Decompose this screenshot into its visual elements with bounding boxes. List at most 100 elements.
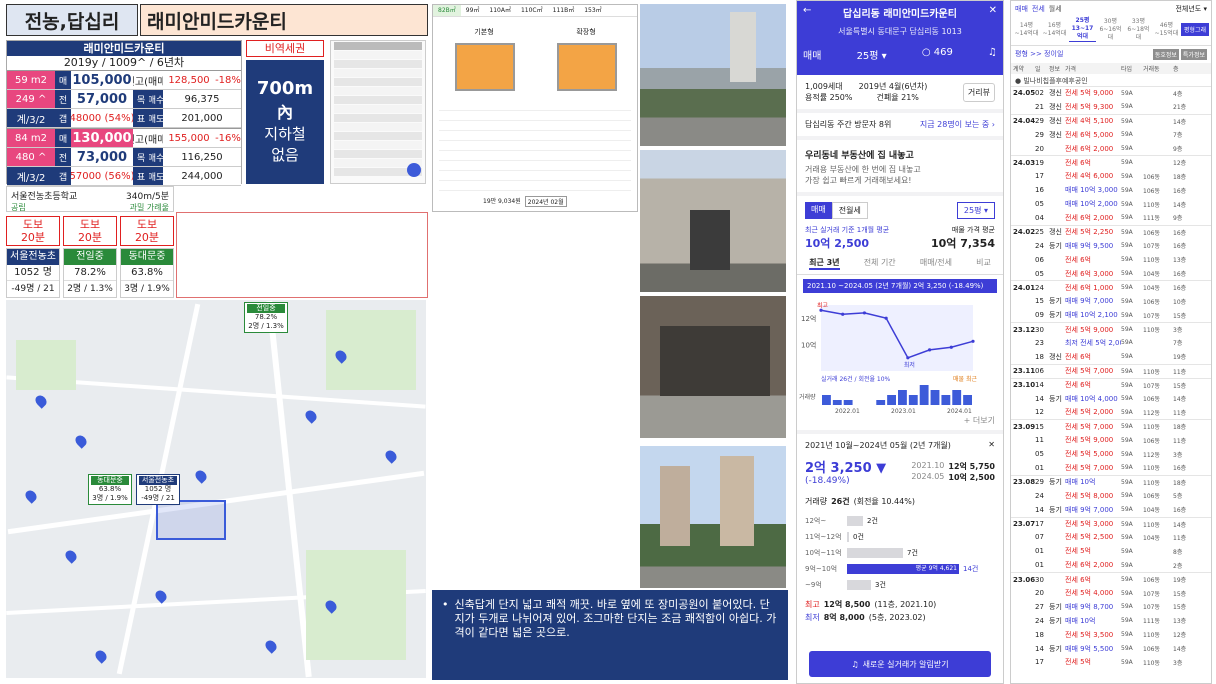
deal-row[interactable]: 16 매매 10억 3,000 59A 106동 16층 — [1011, 183, 1211, 197]
period-tab[interactable]: 최근 3년 — [809, 257, 840, 270]
size-tab[interactable]: 25평 13~17억대 — [1068, 17, 1096, 42]
deal-row[interactable]: 15 등기 매매 9억 7,000 59A 106동 10층 — [1011, 294, 1211, 308]
deal-row[interactable]: 23 최저 전세 5억 2,00059A 7층 — [1011, 336, 1211, 350]
deal-cell: 14 — [1035, 644, 1044, 653]
deal-row[interactable]: 01 전세 6억 2,000 59A 2층 — [1011, 558, 1211, 572]
period-tab[interactable]: 전체 기간 — [864, 257, 896, 270]
deal-row[interactable]: 01 전세 5억 7,000 59A 110동 16층 — [1011, 461, 1211, 475]
size-tab[interactable]: 33평 6~18억대 — [1125, 18, 1152, 42]
deal-row[interactable]: 07 전세 5억 2,500 59A 104동 11층 — [1011, 531, 1211, 545]
deal-row[interactable]: 27 등기 매매 9억 8,700 59A 107동 15층 — [1011, 600, 1211, 614]
deal-cell: 107동 — [1143, 590, 1160, 598]
from-date: 2021.10 — [911, 460, 945, 470]
deal-row[interactable]: 23.09 15 전세 5억 7,000 59A 110동 18층 — [1011, 419, 1211, 433]
deal-row[interactable]: 23.08 29 등기 매매 10억 59A 110동 18층 — [1011, 474, 1211, 489]
deal-row[interactable]: 12 전세 5억 2,000 59A 112동 11층 — [1011, 405, 1211, 419]
deal-row[interactable]: 23.07 17 전세 5억 3,000 59A 110동 14층 — [1011, 516, 1211, 531]
size-tab[interactable]: 30평 6~16억대 — [1097, 18, 1124, 42]
plan-tab[interactable]: 153㎡ — [579, 5, 606, 16]
plan-tab[interactable]: 110A㎡ — [484, 5, 516, 16]
plan-tab[interactable]: 110C㎡ — [516, 5, 548, 16]
deal-row[interactable]: 05 매매 10억 2,000 59A 110동 14층 — [1011, 197, 1211, 211]
deal-row[interactable]: 21 갱신 전세 5억 9,300 59A 21층 — [1011, 100, 1211, 114]
deal-row[interactable]: 06 전세 6억 59A 110동 13층 — [1011, 253, 1211, 267]
deal-cell: 전세 5억 5,000 — [1065, 450, 1114, 459]
deal-row[interactable]: 01 전세 5억 59A 8층 — [1011, 544, 1211, 558]
close-icon[interactable]: ✕ — [989, 5, 997, 20]
deal-row[interactable]: 17 전세 4억 6,000 59A 106동 18층 — [1011, 169, 1211, 183]
map-label-a[interactable]: 동대문중 63.8% 3명 / 1.9% — [88, 474, 132, 505]
head-button[interactable]: 동호정보 — [1152, 49, 1179, 60]
deal-tab[interactable]: 전세 — [1032, 4, 1045, 14]
alert-button[interactable]: ♫ 새로운 실거래가 알림받기 — [809, 651, 991, 677]
deal-row[interactable]: 29 갱신 전세 6억 5,000 59A 7층 — [1011, 128, 1211, 142]
deal-row[interactable]: 11 전세 5억 9,000 59A 106동 11층 — [1011, 433, 1211, 447]
deal-row[interactable]: 23.10 14 전세 6억 59A 107동 15층 — [1011, 377, 1211, 392]
map-label-b[interactable]: 서울전농초 1052 명 -49명 / 21 — [136, 474, 180, 505]
deal-row[interactable]: 05 전세 6억 3,000 59A 104동 16층 — [1011, 267, 1211, 281]
period-tab[interactable]: 비교 — [976, 257, 991, 270]
deal-row[interactable]: 24.04 29 갱신 전세 4억 5,100 59A 14층 — [1011, 113, 1211, 128]
deal-row[interactable]: 23.11 06 전세 5억 7,000 59A 110동 11층 — [1011, 363, 1211, 378]
deal-tab[interactable]: 매매 — [1015, 4, 1028, 14]
size-tab[interactable]: 16평 ~14억대 — [1041, 22, 1068, 38]
back-icon[interactable]: ← — [803, 5, 811, 20]
period-tab[interactable]: 매매/전세 — [920, 257, 952, 270]
map-label-top[interactable]: 전일중 78.2% 2명 / 1.3% — [244, 302, 288, 333]
street-view-button[interactable]: 거리뷰 — [962, 82, 995, 102]
deal-row[interactable]: 14 등기 매매 9억 7,000 59A 104동 16층 — [1011, 503, 1211, 517]
bell-icon[interactable]: ♫ — [988, 47, 997, 62]
year-filter[interactable]: 전체년도 ▾ — [1175, 4, 1207, 14]
size-tab[interactable]: 14평 ~14억대 — [1013, 22, 1040, 38]
plan-tab[interactable]: 111B㎡ — [548, 5, 580, 16]
deal-row[interactable]: 24 전세 5억 8,000 59A 106동 5층 — [1011, 489, 1211, 503]
plan-tab[interactable]: 82B㎡ — [433, 5, 461, 16]
trade-tab[interactable]: 매매 — [803, 47, 821, 62]
deal-row[interactable]: 20 전세 6억 2,000 59A 9층 — [1011, 142, 1211, 156]
deal-row[interactable]: 18 갱신 전세 6억 59A 19층 — [1011, 350, 1211, 364]
size-graph-button[interactable]: 평형그래 — [1180, 23, 1209, 36]
deal-row[interactable]: 23.12 30 전세 5억 9,000 59A 110동 3층 — [1011, 322, 1211, 336]
deal-row[interactable]: 18 전세 5억 3,500 59A 110동 12층 — [1011, 628, 1211, 642]
size-select[interactable]: 25평 ▾ — [857, 47, 887, 62]
deal-row[interactable]: 23.06 30 전세 6억 59A 106동 19층 — [1011, 572, 1211, 586]
plan-left — [455, 43, 515, 91]
spec-households: 1,009세대 — [805, 82, 843, 91]
hist-bar — [847, 516, 863, 526]
deal-row[interactable]: 04 전세 6억 2,000 59A 111동 9층 — [1011, 211, 1211, 225]
deal-row[interactable]: 24.01 24 전세 6억 1,000 59A 104동 16층 — [1011, 280, 1211, 294]
deal-row[interactable]: 24.03 19 전세 6억 59A 12층 — [1011, 155, 1211, 169]
map-view[interactable]: 전일중 78.2% 2명 / 1.3% 동대문중 63.8% 3명 / 1.9% 서울전… — [6, 300, 426, 678]
deal-row[interactable]: 24 등기 매매 9억 9,500 59A 107동 16층 — [1011, 239, 1211, 253]
info-peak-pct: -16% — [215, 129, 241, 147]
deal-row[interactable]: 09 등기 매매 10억 2,100 59A 107동 15층 — [1011, 308, 1211, 322]
hist-count: 14건 — [963, 565, 979, 573]
ask-label: 매물 가격 평균 — [951, 226, 995, 234]
info-gap: 57000 (56%) — [71, 167, 133, 185]
volume-bar — [930, 390, 940, 405]
seg-rent[interactable]: 전월세 — [831, 202, 868, 219]
deal-row[interactable]: 14 등기 매매 9억 5,500 59A 106동 14층 — [1011, 642, 1211, 656]
to-date: 2024.05 — [911, 471, 945, 481]
plan-tab[interactable]: 99㎡ — [461, 5, 485, 16]
seg-trade[interactable]: 매매 — [805, 202, 832, 219]
deal-row[interactable]: 24.05 02 갱신 전세 5억 9,000 59A 4층 — [1011, 86, 1211, 100]
deal-row[interactable]: 14 등기 매매 10억 4,000 59A 106동 14층 — [1011, 392, 1211, 406]
deal-row[interactable]: 17 전세 5억 59A 110동 3층 — [1011, 656, 1211, 670]
deal-row[interactable]: 24 등기 매매 10억 59A 111동 13층 — [1011, 614, 1211, 628]
size-tab[interactable]: 46평 ~15억대 — [1153, 22, 1180, 38]
chat-count[interactable]: ○ 469 — [922, 47, 953, 62]
visit-link[interactable]: 지금 28명이 보는 중 › — [920, 119, 995, 130]
period-close-icon[interactable]: ✕ — [988, 440, 995, 451]
head-button[interactable]: 특가정보 — [1180, 49, 1207, 60]
promo-card[interactable]: 우리동네 부동산에 집 내놓고 거래용 부동산에 한 번에 집 내놓고 가장 쉽… — [797, 140, 1003, 196]
deal-tab[interactable]: 월세 — [1049, 4, 1062, 14]
deal-row[interactable]: 20 전세 5억 4,000 59A 107동 15층 — [1011, 586, 1211, 600]
broker-row[interactable]: ● 빌나비칩플후예후공인 — [1011, 74, 1211, 86]
deal-row[interactable]: 24.02 25 갱신 전세 5억 2,250 59A 106동 16층 — [1011, 224, 1211, 239]
plan-foot-select[interactable]: 2024년 02월 — [524, 196, 567, 207]
deal-row[interactable]: 05 전세 5억 5,000 59A 112동 3층 — [1011, 447, 1211, 461]
deal-cell: 23.11 — [1013, 367, 1035, 376]
more-link[interactable]: + 더보기 — [964, 415, 995, 426]
seg-size-select[interactable]: 25평 ▾ — [956, 202, 995, 219]
